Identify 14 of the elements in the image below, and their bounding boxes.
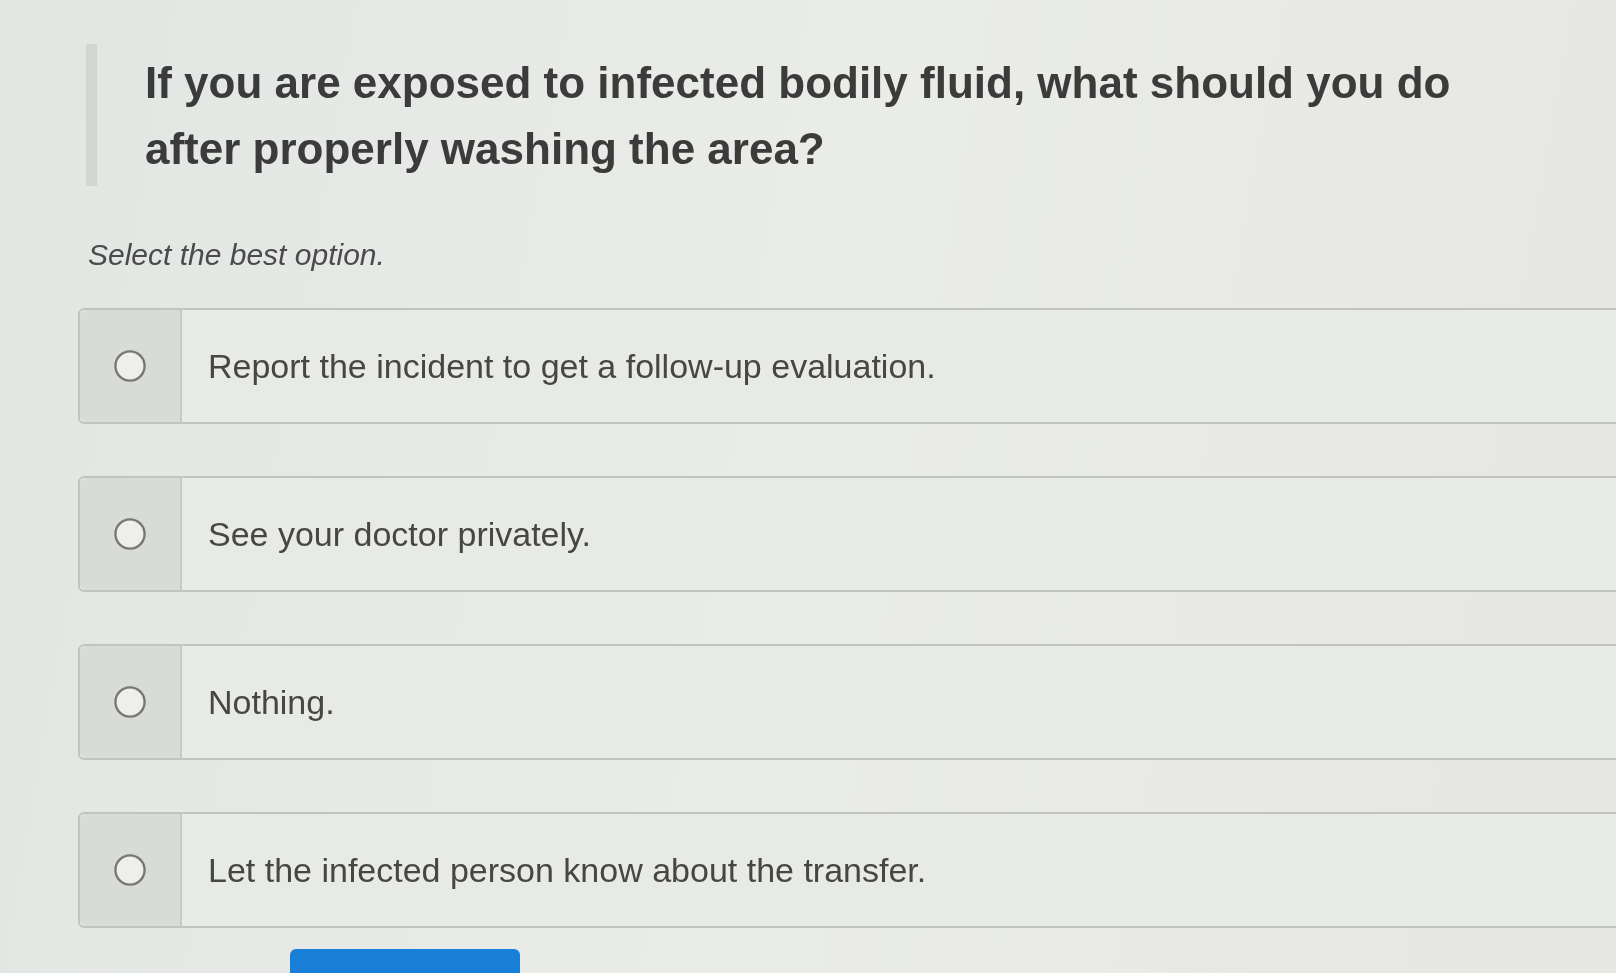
option-label: Let the infected person know about the transfer. [207, 850, 927, 890]
option-label: Report the incident to get a follow-up evaluation. [207, 346, 936, 386]
option-label: Nothing. [207, 682, 335, 722]
radio-icon[interactable] [114, 854, 146, 886]
answer-option[interactable]: Report the incident to get a follow-up evaluation. [78, 308, 1616, 424]
radio-icon[interactable] [114, 518, 146, 550]
question-text: If you are exposed to infected bodily fluid, what should you do after properly washing the area? [145, 57, 1452, 175]
answer-option[interactable]: Let the infected person know about the transfer. [78, 812, 1616, 928]
answer-option[interactable]: See your doctor privately. [78, 476, 1616, 592]
answer-option[interactable]: Nothing. [78, 644, 1616, 760]
radio-icon[interactable] [114, 686, 146, 718]
instruction-text: Select the best option. [88, 238, 386, 272]
option-label: See your doctor privately. [207, 514, 591, 554]
radio-icon[interactable] [114, 350, 146, 382]
